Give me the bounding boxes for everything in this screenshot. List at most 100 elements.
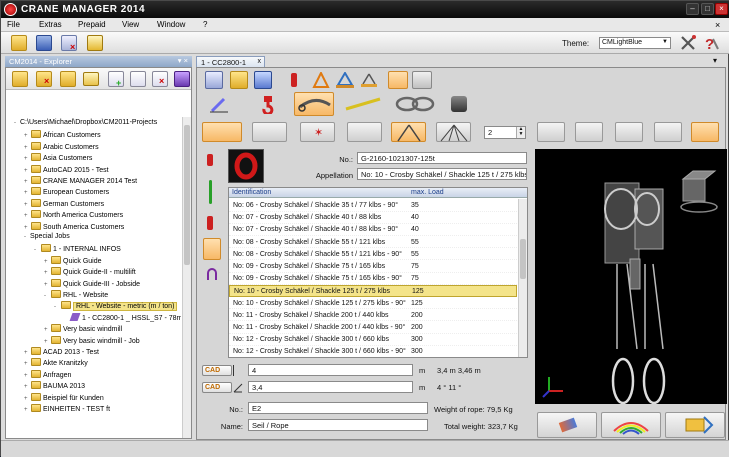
rename-folder-icon[interactable] (60, 71, 76, 87)
tree-expander-icon[interactable]: + (44, 327, 50, 333)
appellation-field[interactable]: No: 10 - Crosby Schäkel / Shackle 125 t … (357, 168, 527, 180)
tree-expander-icon[interactable]: + (24, 168, 30, 174)
hook-icon[interactable] (258, 94, 278, 116)
tree-item[interactable]: + BAUMA 2013 (24, 381, 85, 392)
theme-select[interactable]: CMLightBlue ▼ (599, 37, 671, 49)
number-field[interactable]: G-2160-1021307-125t (357, 152, 527, 164)
table-row[interactable]: No: 09 - Crosby Schäkel / Shackle 75 t /… (229, 273, 517, 285)
tree-expander-icon[interactable]: - (34, 247, 40, 253)
tree-item[interactable]: + European Customers (24, 187, 109, 198)
tree-item[interactable]: - RHL - Website (44, 290, 108, 301)
tree-expander-icon[interactable]: - (44, 293, 50, 299)
help-icon[interactable]: ? (704, 35, 720, 53)
tree-expander-icon[interactable]: + (24, 213, 30, 219)
3d-view-icon[interactable] (615, 122, 643, 142)
tree-item[interactable]: - C:\Users\Michael\Dropbox\CM2011-Project… (14, 119, 157, 130)
tree-expander-icon[interactable]: + (24, 156, 30, 162)
tree-expander-icon[interactable]: + (24, 202, 30, 208)
tree-item[interactable]: + African Customers (24, 130, 101, 141)
shackle-category-icon[interactable] (294, 92, 334, 116)
tree-item[interactable]: + AutoCAD 2015 - Test (24, 164, 109, 176)
tree-item[interactable]: - Special Jobs (24, 233, 70, 244)
save-icon[interactable] (254, 71, 272, 89)
menu-window[interactable]: Window (157, 20, 185, 29)
tree-item[interactable]: 1 - CC2800-1 _ HSSL_S7 - 78m - 16 (64, 312, 181, 324)
angle-icon[interactable] (575, 122, 603, 142)
table-scroll-thumb[interactable] (520, 239, 526, 279)
table-scrollbar[interactable] (518, 199, 527, 357)
tree-expander-icon[interactable]: + (24, 361, 30, 367)
table-row[interactable]: No: 10 - Crosby Schäkel / Shackle 125 t … (229, 285, 517, 297)
sling-category-icon[interactable] (343, 94, 383, 114)
table-row[interactable]: No: 10 - Crosby Schäkel / Shackle 125 t … (229, 298, 517, 310)
rainbow-button[interactable] (601, 412, 661, 438)
tree-item[interactable]: + Arabic Customers (24, 141, 99, 153)
maximize-button[interactable]: □ (701, 3, 714, 15)
table-row[interactable]: No: 07 - Crosby Schäkel / Shackle 40 t /… (229, 212, 517, 224)
tree-expander-icon[interactable]: + (24, 190, 30, 196)
length-field[interactable]: 4 (248, 364, 413, 376)
menu-extras[interactable]: Extras (39, 20, 62, 29)
side-shackle-icon[interactable] (203, 238, 221, 260)
3d-viewport[interactable] (535, 149, 727, 405)
side-ring-icon[interactable] (207, 268, 217, 280)
tree-item[interactable]: + CRANE MANAGER 2014 Test (24, 176, 137, 187)
tree-item[interactable]: + Quick Guide-II - multilift (44, 267, 136, 278)
tree-item[interactable]: + EINHEITEN - TEST ft (24, 404, 110, 415)
rigging-alt-icon[interactable] (412, 71, 432, 89)
cad-icon[interactable] (87, 35, 103, 51)
tree-expander-icon[interactable]: + (24, 179, 30, 185)
minimize-button[interactable]: – (686, 3, 699, 15)
measure-icon[interactable] (537, 122, 565, 142)
tree-expander-icon[interactable]: + (24, 407, 30, 413)
tree-expander-icon[interactable]: + (24, 396, 30, 402)
table-row[interactable]: No: 12 - Crosby Schäkel / Shackle 300 t … (229, 346, 517, 357)
weight-category-icon[interactable] (451, 96, 467, 112)
tree-item[interactable]: + North America Customers (24, 210, 123, 221)
table-row[interactable]: No: 09 - Crosby Schäkel / Shackle 75 t /… (229, 261, 517, 273)
tree-expander-icon[interactable]: + (24, 133, 30, 139)
eraser-button[interactable] (537, 412, 597, 438)
document-crane-icon[interactable] (130, 71, 146, 87)
side-hook2-icon[interactable] (207, 216, 213, 230)
side-hook-icon[interactable] (207, 154, 213, 166)
chain-view-icon[interactable] (252, 122, 287, 142)
edit-document-icon[interactable] (174, 71, 190, 87)
table-row[interactable]: No: 12 - Crosby Schäkel / Shackle 300 t … (229, 334, 517, 346)
tree-item[interactable]: + Quick Guide-III - Jobside (44, 278, 140, 290)
rope-view-icon[interactable] (202, 122, 242, 142)
tree-expander-icon[interactable]: + (24, 145, 30, 151)
menu-help[interactable]: ? (203, 20, 207, 29)
tree-item[interactable]: + Anfragen (24, 369, 71, 381)
pin-icon[interactable]: ▾ × (178, 56, 188, 65)
cad-tag-1[interactable]: CAD (202, 365, 232, 376)
tree-expander-icon[interactable]: + (24, 350, 30, 356)
legs-stepper[interactable]: 2 ▲ ▼ (484, 126, 526, 139)
folder-list-icon[interactable] (83, 72, 99, 86)
new-folder-icon[interactable] (12, 71, 28, 87)
delete-folder-icon[interactable]: × (36, 71, 52, 87)
triangle-sling-icon[interactable] (312, 70, 330, 88)
tree-item[interactable]: + Akte Kranitzky (24, 358, 88, 369)
col-max-load[interactable]: max. Load (411, 189, 444, 196)
export-cad-button[interactable] (665, 412, 725, 438)
new-document-icon[interactable]: + (108, 71, 124, 88)
angle-field[interactable]: 3,4 (248, 381, 413, 393)
tree-expander-icon[interactable]: - (54, 304, 60, 310)
delete-document-icon[interactable]: × (152, 71, 168, 87)
four-leg-view-icon[interactable] (436, 122, 471, 142)
stepper-arrows-icon[interactable]: ▲ ▼ (516, 127, 525, 138)
tab-close-icon[interactable]: x (258, 58, 262, 65)
open-config-icon[interactable] (230, 71, 248, 89)
table-row[interactable]: No: 08 - Crosby Schäkel / Shackle 55 t /… (229, 249, 517, 261)
tree-item[interactable]: + Quick Guide (44, 255, 102, 267)
menu-close-icon[interactable]: × (715, 20, 720, 30)
tree-expander-icon[interactable]: + (44, 259, 50, 265)
tree-item[interactable]: + Very basic windmill - Job (44, 335, 140, 347)
cad-tag-2[interactable]: CAD (202, 382, 232, 393)
tree-item[interactable]: + Beispiel für Kunden (24, 392, 104, 404)
table-row[interactable]: No: 11 - Crosby Schäkel / Shackle 200 t … (229, 322, 517, 334)
menu-view[interactable]: View (122, 20, 139, 29)
sidebar-view-icon[interactable] (654, 122, 682, 142)
tree-expander-icon[interactable]: + (24, 384, 30, 390)
